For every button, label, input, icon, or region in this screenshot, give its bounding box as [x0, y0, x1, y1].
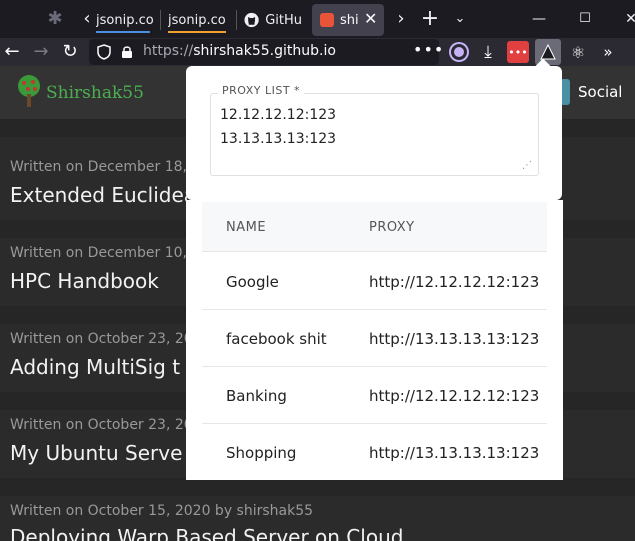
- tab-scroll-right-icon[interactable]: ›: [390, 8, 412, 30]
- tab-label: shi: [340, 12, 359, 28]
- tab-container-indicator: [96, 31, 150, 33]
- tab-separator: [160, 10, 161, 30]
- tab-shirshak-active[interactable]: shi ✕: [312, 4, 384, 36]
- url-text[interactable]: https://shirshak55.github.io: [143, 43, 336, 59]
- browser-tab-bar: ✱ ‹ jsonip.co jsonip.co GitHu shi ✕ › + …: [0, 0, 635, 38]
- list-all-tabs-icon[interactable]: ⌄: [449, 8, 471, 30]
- post-meta: Written on October 15, 2020 by shirshak5…: [10, 503, 314, 519]
- post-meta: Written on October 23, 20: [10, 417, 193, 433]
- tab-label: GitHu: [265, 12, 302, 28]
- row-name[interactable]: Shopping: [226, 444, 296, 462]
- post-meta: Written on December 18,: [10, 159, 187, 175]
- row-name[interactable]: Banking: [226, 387, 287, 405]
- proxy-list-entry: 13.13.13.13:123: [220, 131, 337, 147]
- download-icon[interactable]: ⤓: [477, 41, 499, 63]
- lock-icon[interactable]: [121, 45, 133, 59]
- url-scheme: https://: [143, 43, 194, 59]
- row-proxy: http://13.13.13.13:123: [369, 330, 540, 348]
- row-proxy: http://12.12.12.12:123: [369, 387, 540, 405]
- row-proxy: http://13.13.13.13:123: [369, 444, 540, 462]
- column-header-name: NAME: [226, 220, 267, 235]
- overflow-menu-icon[interactable]: »: [597, 41, 619, 63]
- row-divider: [202, 366, 547, 367]
- post-title-link[interactable]: Extended Euclidea: [10, 183, 196, 207]
- tab-label: jsonip.co: [96, 12, 154, 28]
- column-header-proxy: PROXY: [369, 220, 415, 235]
- site-logo-text[interactable]: Shirshak55: [46, 83, 144, 103]
- nav-social-link[interactable]: Social: [578, 83, 622, 101]
- react-devtools-icon[interactable]: ⚛: [567, 41, 589, 63]
- post-meta: Written on December 10,: [10, 245, 187, 261]
- tab-container-indicator: [168, 31, 226, 33]
- close-window-icon[interactable]: ✕: [620, 8, 635, 30]
- post-title-link[interactable]: Adding MultiSig t: [10, 355, 180, 379]
- post-title-link[interactable]: Deploying Warp Based Server on Cloud: [10, 525, 403, 541]
- reload-icon[interactable]: ↻: [58, 40, 82, 64]
- close-tab-icon[interactable]: ✕: [364, 9, 377, 28]
- forward-arrow-icon[interactable]: →: [29, 40, 53, 64]
- extension-circle-icon[interactable]: [448, 41, 470, 63]
- site-favicon-icon: [320, 13, 334, 27]
- tree-logo-icon: [18, 75, 40, 107]
- row-proxy: http://12.12.12.12:123: [369, 273, 540, 291]
- tab-separator: [236, 10, 237, 30]
- url-host: shirshak55.github.io: [193, 43, 336, 59]
- tab-github[interactable]: GitHu: [244, 5, 302, 35]
- new-tab-icon[interactable]: +: [419, 8, 441, 30]
- minimize-window-icon[interactable]: —: [528, 8, 550, 30]
- row-name[interactable]: Google: [226, 273, 279, 291]
- resize-handle-icon[interactable]: ⋰: [522, 160, 532, 171]
- row-name[interactable]: facebook shit: [226, 330, 327, 348]
- tab-jsonip-2[interactable]: jsonip.co: [168, 5, 230, 35]
- tab-scroll-left-icon[interactable]: ‹: [76, 8, 98, 30]
- post-title-link[interactable]: HPC Handbook: [10, 269, 159, 293]
- shield-icon[interactable]: [97, 44, 111, 60]
- row-divider: [202, 423, 547, 424]
- post-title-link[interactable]: My Ubuntu Serve: [10, 441, 182, 465]
- back-arrow-icon[interactable]: ←: [0, 40, 24, 64]
- address-bar[interactable]: https://shirshak55.github.io •••: [89, 39, 443, 65]
- extension-red-icon[interactable]: •••: [507, 41, 529, 63]
- pin-icon: ✱: [47, 8, 63, 29]
- tab-label: jsonip.co: [168, 12, 226, 28]
- page-actions-icon[interactable]: •••: [413, 40, 444, 59]
- proxy-list-entry: 12.12.12.12:123: [220, 107, 337, 123]
- post-divider: [0, 478, 635, 496]
- maximize-window-icon[interactable]: ☐: [574, 8, 596, 30]
- row-divider: [202, 309, 547, 310]
- proxy-list-legend: PROXY LIST *: [218, 84, 305, 97]
- tab-jsonip-1[interactable]: jsonip.co: [96, 5, 156, 35]
- post-meta: Written on October 23, 20: [10, 331, 193, 347]
- github-icon: [244, 12, 259, 28]
